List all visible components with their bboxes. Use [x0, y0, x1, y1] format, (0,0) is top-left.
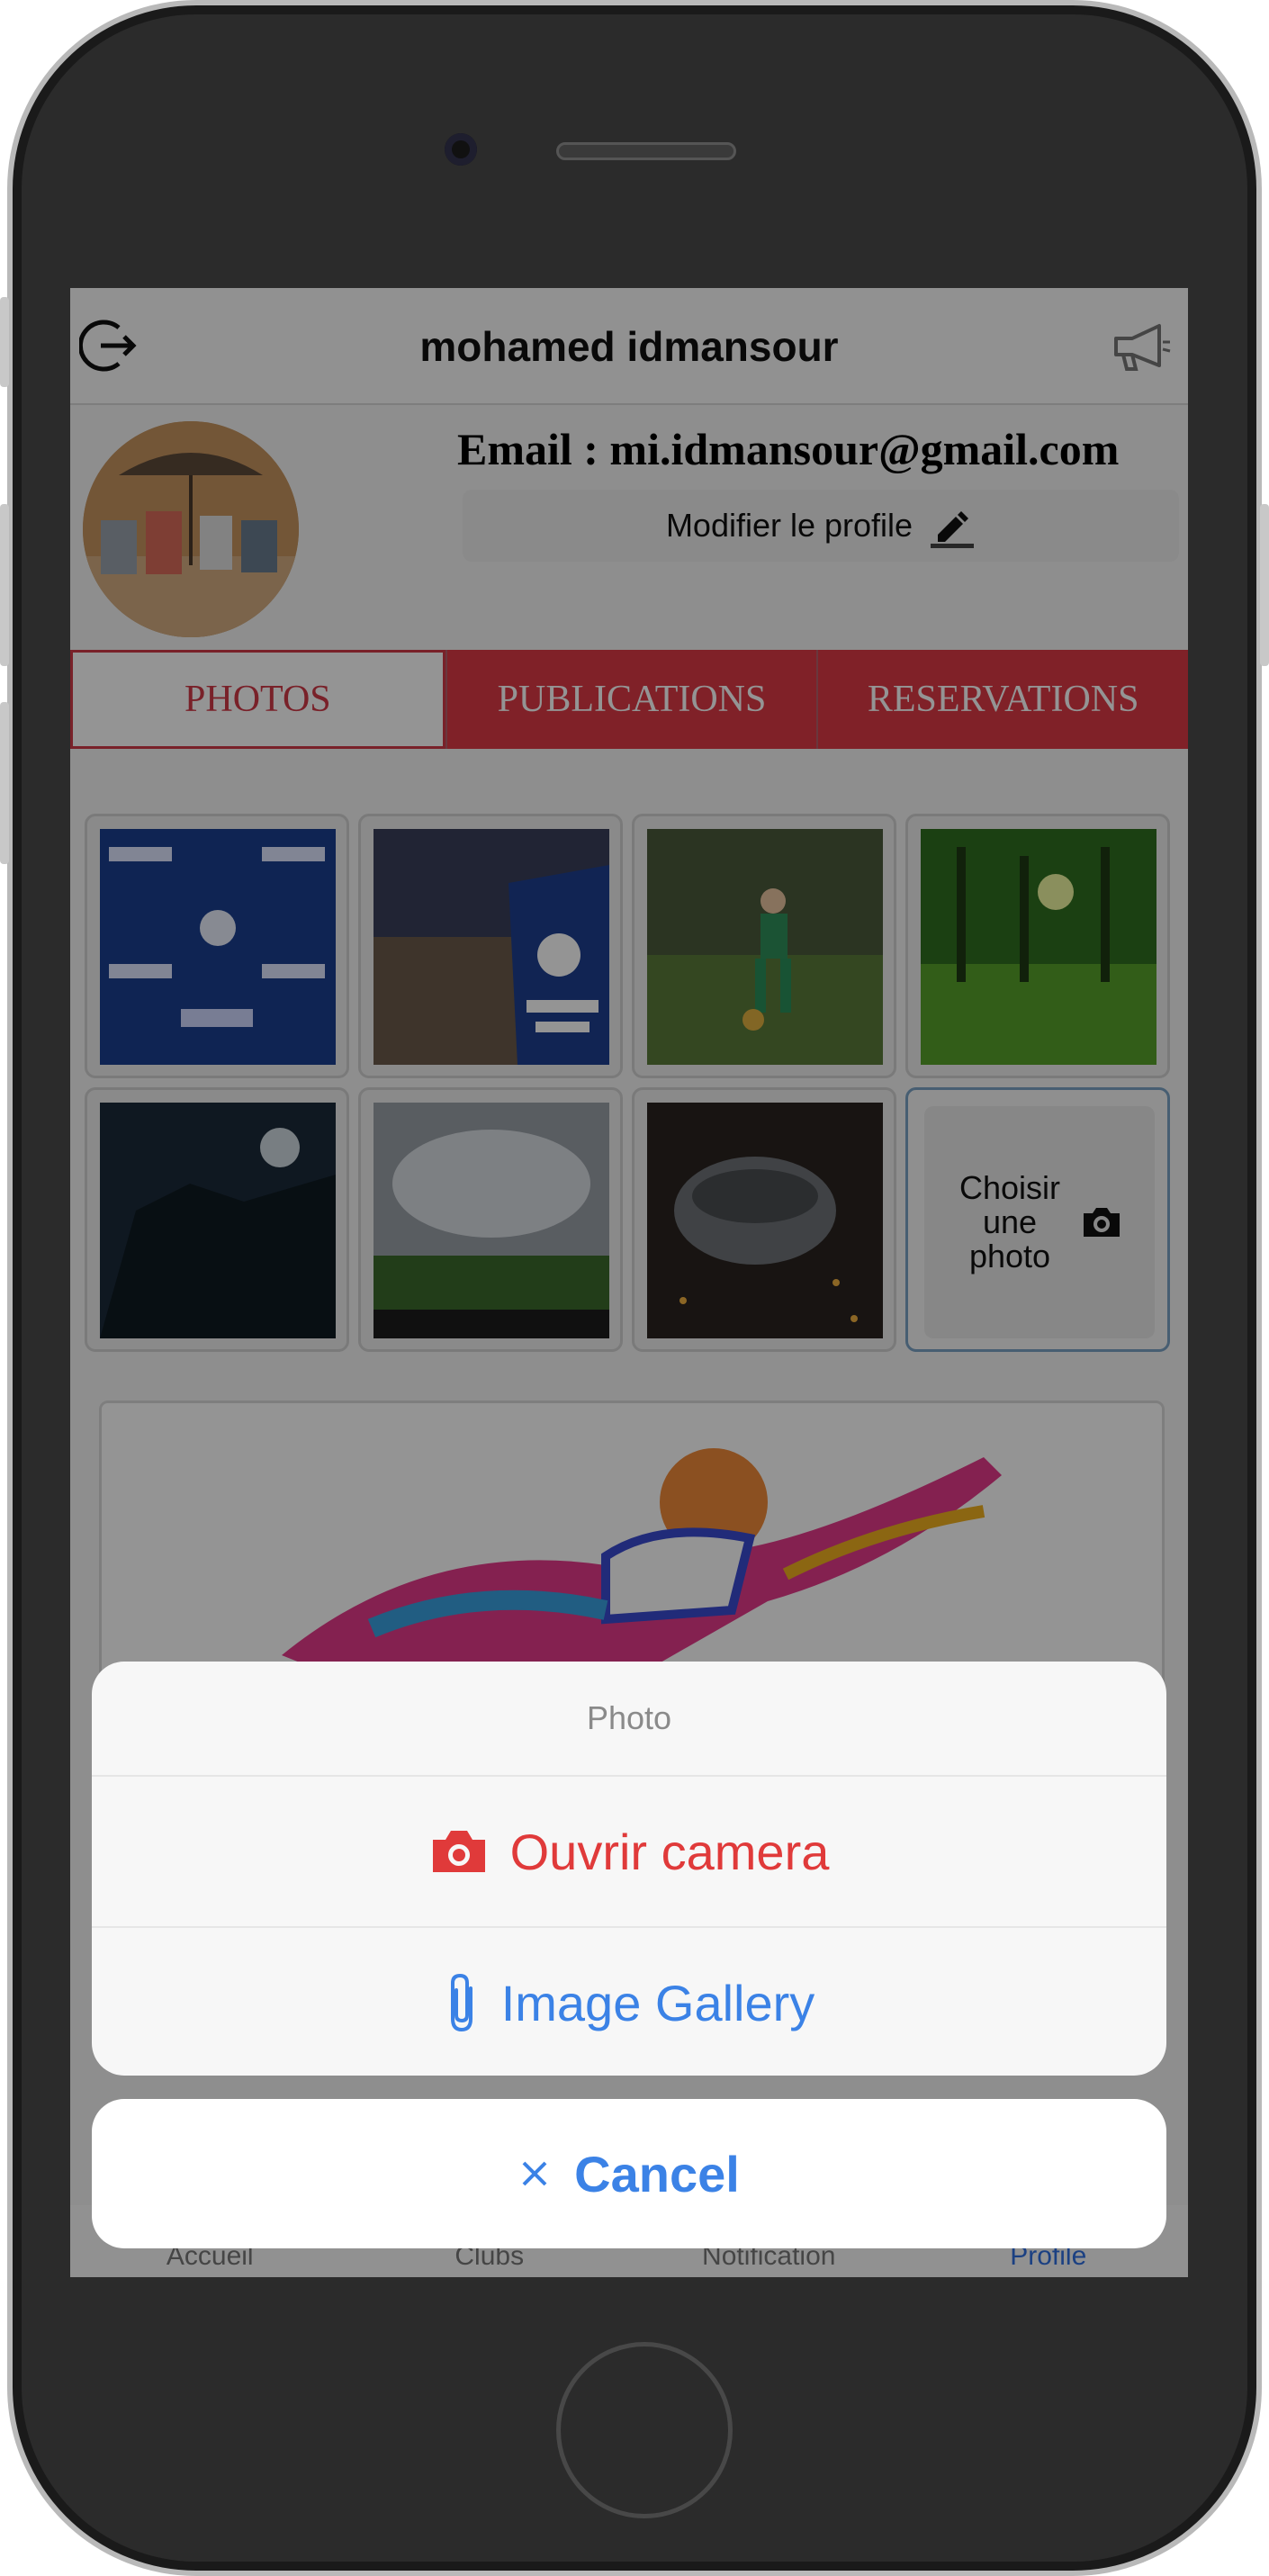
close-icon	[522, 2161, 547, 2186]
volume-up-button	[0, 504, 9, 666]
image-gallery-label: Image Gallery	[500, 1974, 815, 2031]
home-button[interactable]	[556, 2342, 733, 2518]
open-camera-label: Ouvrir camera	[509, 1823, 830, 1880]
front-camera	[445, 133, 477, 166]
action-sheet-title: Photo	[92, 1662, 1166, 1777]
action-sheet: Photo Ouvrir camera Image Gallery	[92, 1662, 1166, 2076]
mute-switch	[0, 297, 9, 387]
power-button	[1260, 504, 1269, 666]
cancel-label: Cancel	[574, 2145, 740, 2202]
image-gallery-button[interactable]: Image Gallery	[92, 1928, 1166, 2076]
paperclip-icon	[450, 1973, 472, 2032]
cancel-button[interactable]: Cancel	[92, 2099, 1166, 2248]
earpiece-speaker	[556, 142, 736, 160]
open-camera-button[interactable]: Ouvrir camera	[92, 1777, 1166, 1928]
camera-icon	[432, 1831, 485, 1872]
volume-down-button	[0, 702, 9, 864]
